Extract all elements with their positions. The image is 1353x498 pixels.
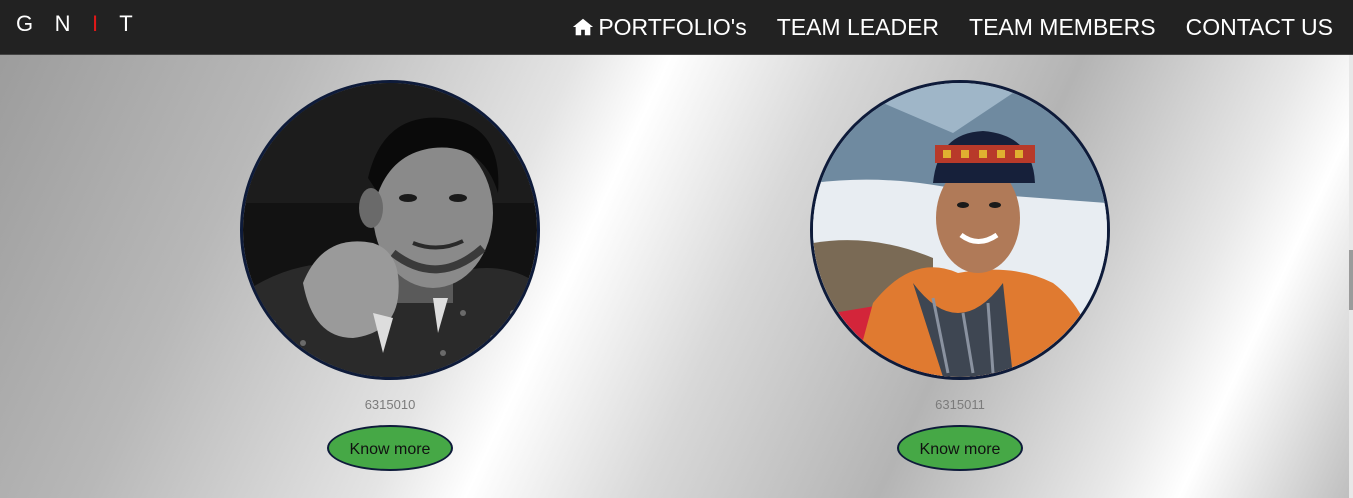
nav-item-contact-us[interactable]: CONTACT US bbox=[1186, 14, 1333, 41]
brand-logo[interactable]: G N I T bbox=[16, 11, 140, 37]
member-id: 6315010 bbox=[364, 397, 416, 412]
member-id: 6315011 bbox=[935, 397, 985, 412]
brand-text-start: G N bbox=[16, 11, 93, 36]
nav-item-team-leader[interactable]: TEAM LEADER bbox=[777, 14, 939, 41]
nav-item-contact-us-label: CONTACT US bbox=[1185, 13, 1333, 40]
member-card: 6315010 Know more bbox=[240, 80, 540, 471]
navbar: G N I T PORTFOLIO's TEAM LEADER TEAM MEM… bbox=[0, 0, 1353, 55]
brand-text-end: T bbox=[105, 11, 141, 36]
scrollbar-track[interactable] bbox=[1349, 55, 1353, 498]
brand-text-accent: I bbox=[92, 11, 106, 36]
nav-item-team-members[interactable]: TEAM MEMBERS bbox=[969, 14, 1156, 41]
scrollbar-thumb[interactable] bbox=[1349, 250, 1353, 310]
home-icon bbox=[573, 18, 594, 36]
nav-item-portfolio-label: PORTFOLIO's bbox=[598, 13, 747, 40]
know-more-button[interactable]: Know more bbox=[897, 425, 1023, 471]
know-more-button[interactable]: Know more bbox=[327, 425, 453, 471]
nav-item-portfolio[interactable]: PORTFOLIO's bbox=[572, 13, 747, 41]
nav-item-team-members-label: TEAM MEMBERS bbox=[969, 13, 1156, 40]
member-photo bbox=[240, 80, 540, 380]
nav-menu: PORTFOLIO's TEAM LEADER TEAM MEMBERS CON… bbox=[542, 0, 1333, 54]
member-card: 6315011 Know more bbox=[810, 80, 1110, 471]
nav-item-team-leader-label: TEAM LEADER bbox=[776, 13, 940, 40]
member-photo bbox=[810, 80, 1110, 380]
